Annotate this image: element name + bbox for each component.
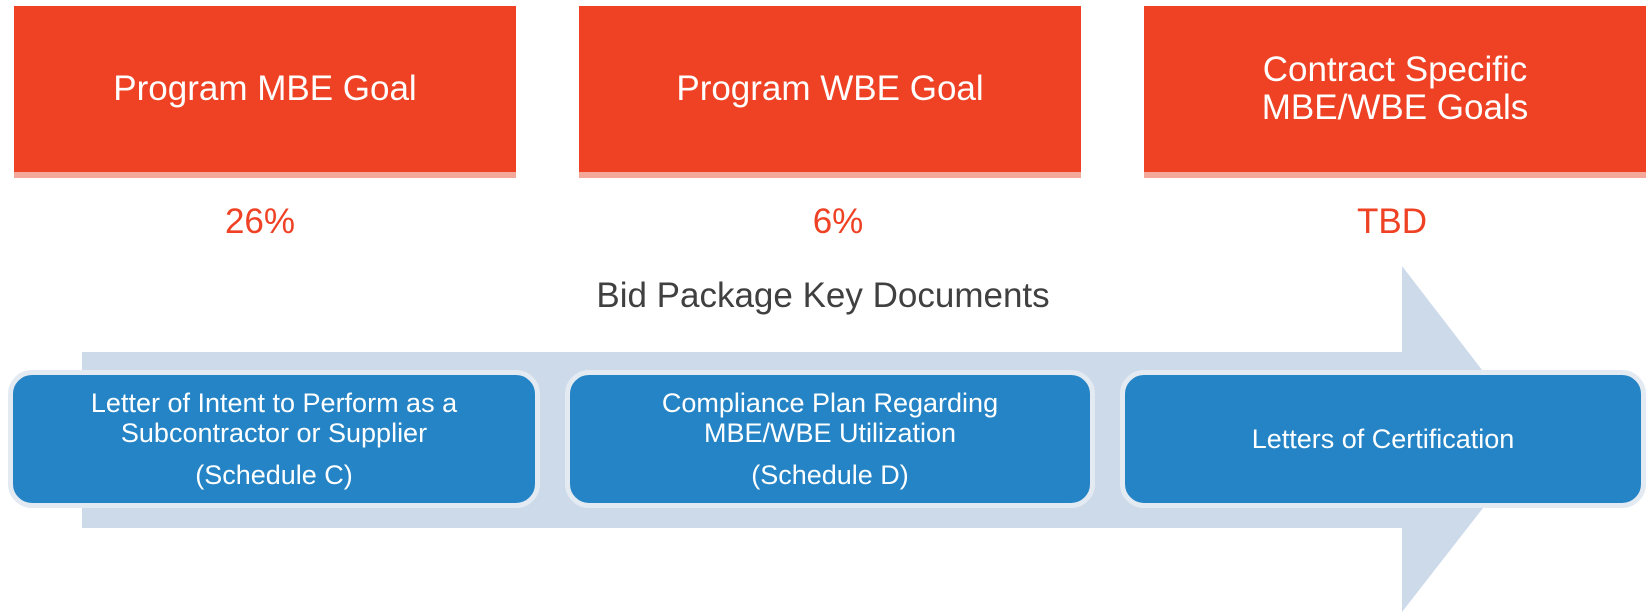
doc-schedule-d: (Schedule D) (751, 460, 909, 490)
goal-box-contract: Contract Specific MBE/WBE Goals (1144, 6, 1646, 178)
goal-value-wbe: 6% (812, 202, 864, 241)
doc-box-schedule-d: Compliance Plan Regarding MBE/WBE Utiliz… (565, 370, 1095, 508)
doc-title-schedule-c: Letter of Intent to Perform as a Subcont… (90, 388, 458, 448)
doc-title-certification: Letters of Certification (1251, 424, 1515, 454)
doc-box-schedule-c: Letter of Intent to Perform as a Subcont… (8, 370, 540, 508)
doc-box-certification: Letters of Certification (1120, 370, 1646, 508)
goal-value-contract: TBD (1357, 202, 1427, 241)
goal-box-wbe: Program WBE Goal (579, 6, 1081, 178)
goal-value-mbe: 26% (224, 202, 296, 241)
goal-label-wbe: Program WBE Goal (676, 69, 984, 108)
doc-schedule-c: (Schedule C) (195, 460, 353, 490)
goal-label-contract: Contract Specific MBE/WBE Goals (1261, 50, 1529, 127)
goal-box-mbe: Program MBE Goal (14, 6, 516, 178)
doc-title-schedule-d: Compliance Plan Regarding MBE/WBE Utiliz… (661, 388, 999, 448)
goal-label-mbe: Program MBE Goal (113, 69, 417, 108)
section-title: Bid Package Key Documents (596, 276, 1050, 315)
